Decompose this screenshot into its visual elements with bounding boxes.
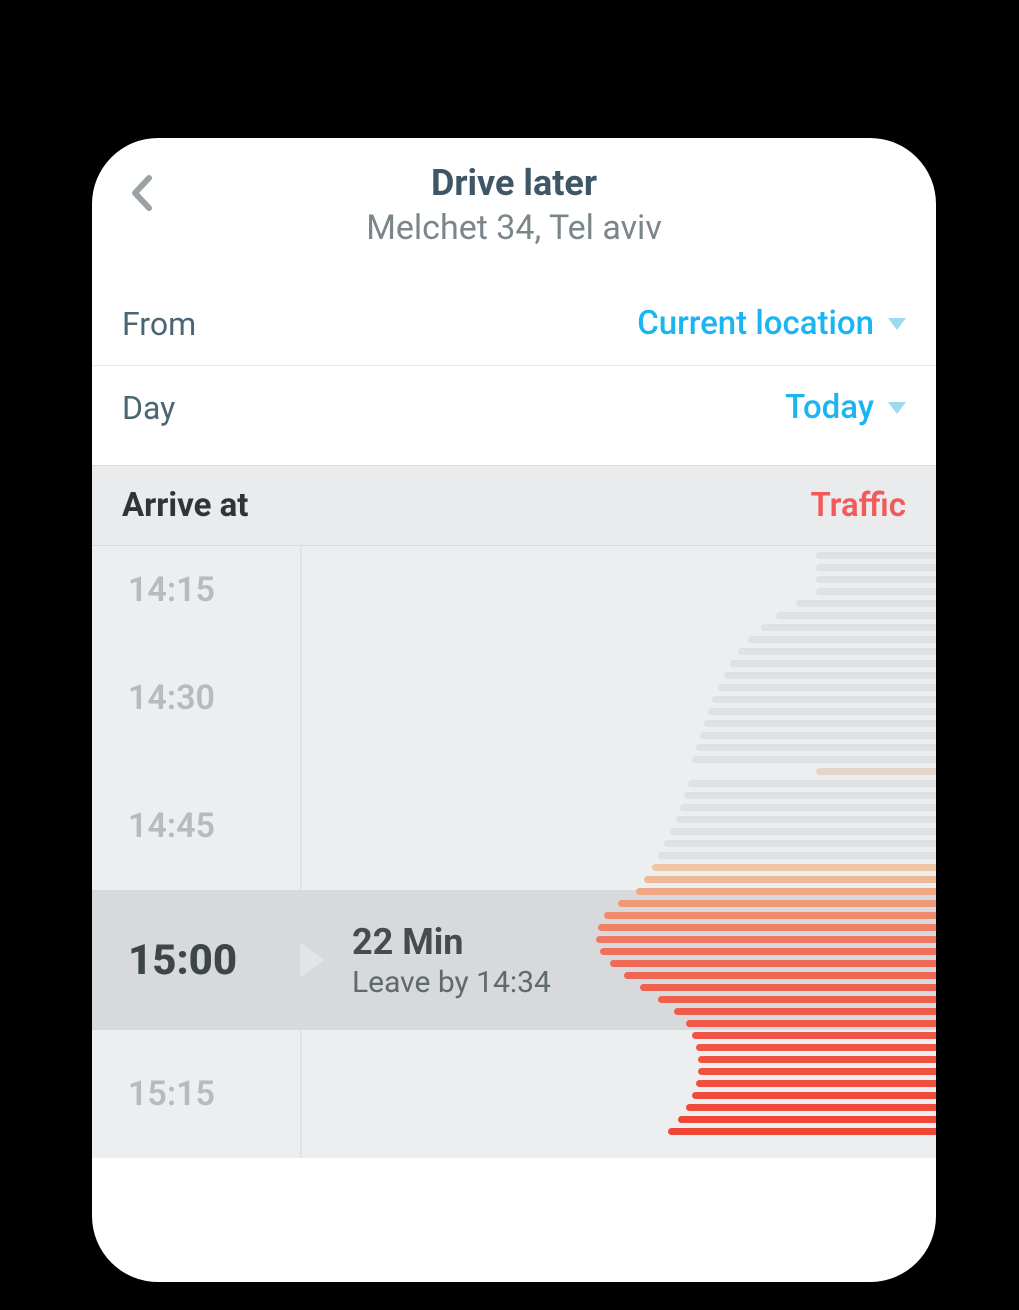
traffic-bar xyxy=(684,792,936,799)
time-label: 14:30 xyxy=(92,678,300,718)
traffic-bar xyxy=(658,852,936,859)
traffic-bar xyxy=(696,744,936,751)
traffic-bar xyxy=(664,840,936,847)
day-value-text: Today xyxy=(785,388,874,427)
traffic-bar xyxy=(644,876,936,883)
time-label: 15:15 xyxy=(92,1074,300,1114)
traffic-bar xyxy=(696,1080,936,1087)
arrive-at-label: Arrive at xyxy=(122,486,248,525)
from-value: Current location xyxy=(637,304,906,343)
traffic-bar xyxy=(624,972,936,979)
traffic-bar xyxy=(776,612,936,619)
traffic-bar xyxy=(692,1032,936,1039)
time-label-selected: 15:00 xyxy=(92,936,300,985)
traffic-bar xyxy=(816,768,936,775)
day-label: Day xyxy=(122,389,175,427)
traffic-bar xyxy=(796,600,936,607)
traffic-bar xyxy=(696,1044,936,1051)
traffic-bar xyxy=(712,696,936,703)
traffic-bar xyxy=(670,828,936,835)
from-value-text: Current location xyxy=(637,304,874,343)
traffic-bar xyxy=(700,732,936,739)
title-block: Drive later Melchet 34, Tel aviv xyxy=(166,162,912,248)
leave-by-label: Leave by 14:34 xyxy=(352,965,551,1000)
traffic-bar xyxy=(688,780,936,787)
header: Drive later Melchet 34, Tel aviv xyxy=(92,138,936,258)
traffic-bar xyxy=(816,564,936,571)
traffic-bar xyxy=(596,936,936,943)
traffic-bar xyxy=(718,684,936,691)
traffic-bar xyxy=(604,912,936,919)
chevron-left-icon xyxy=(129,174,153,212)
traffic-bar xyxy=(668,1128,936,1135)
traffic-bar xyxy=(686,1104,936,1111)
traffic-bar xyxy=(618,900,936,907)
settings-rows: From Current location Day Today xyxy=(92,258,936,449)
from-label: From xyxy=(122,305,196,343)
traffic-bar xyxy=(816,576,936,583)
traffic-bar xyxy=(816,552,936,559)
chevron-down-icon xyxy=(888,402,906,414)
traffic-bar xyxy=(761,624,936,631)
traffic-bar xyxy=(730,660,936,667)
traffic-bar xyxy=(692,756,936,763)
duration-label: 22 Min xyxy=(352,921,551,963)
time-list[interactable]: 14:15 14:30 14:45 15:00 22 Min Leave by … xyxy=(92,546,936,1158)
back-button[interactable] xyxy=(116,168,166,218)
traffic-label: Traffic xyxy=(810,486,906,525)
traffic-bar xyxy=(676,816,936,823)
time-label: 14:45 xyxy=(92,806,300,846)
time-label: 14:15 xyxy=(92,570,300,610)
chevron-down-icon xyxy=(888,318,906,330)
day-value: Today xyxy=(785,388,906,427)
traffic-bar xyxy=(610,960,936,967)
traffic-bar xyxy=(816,588,936,595)
traffic-bar xyxy=(686,1020,936,1027)
traffic-bar xyxy=(748,636,936,643)
traffic-bar xyxy=(704,720,936,727)
column-header: Arrive at Traffic xyxy=(92,465,936,546)
traffic-bar xyxy=(640,984,936,991)
phone-frame: Drive later Melchet 34, Tel aviv From Cu… xyxy=(64,110,964,1310)
traffic-bar xyxy=(658,996,936,1003)
selected-info: 22 Min Leave by 14:34 xyxy=(300,921,551,1000)
traffic-bar xyxy=(692,1092,936,1099)
traffic-bar xyxy=(680,804,936,811)
day-row[interactable]: Day Today xyxy=(92,366,936,449)
traffic-bar xyxy=(652,864,936,871)
traffic-bar xyxy=(600,948,936,955)
traffic-bar xyxy=(678,1116,936,1123)
screen: Drive later Melchet 34, Tel aviv From Cu… xyxy=(92,138,936,1282)
traffic-bar xyxy=(698,1068,936,1075)
destination-subtitle: Melchet 34, Tel aviv xyxy=(166,208,862,248)
traffic-bar xyxy=(674,1008,936,1015)
traffic-bar xyxy=(698,1056,936,1063)
traffic-bar xyxy=(636,888,936,895)
from-row[interactable]: From Current location xyxy=(92,282,936,366)
traffic-bar xyxy=(598,924,936,931)
page-title: Drive later xyxy=(166,162,862,204)
traffic-bars xyxy=(576,546,936,1158)
traffic-bar xyxy=(738,648,936,655)
traffic-bar xyxy=(708,708,936,715)
traffic-bar xyxy=(724,672,936,679)
